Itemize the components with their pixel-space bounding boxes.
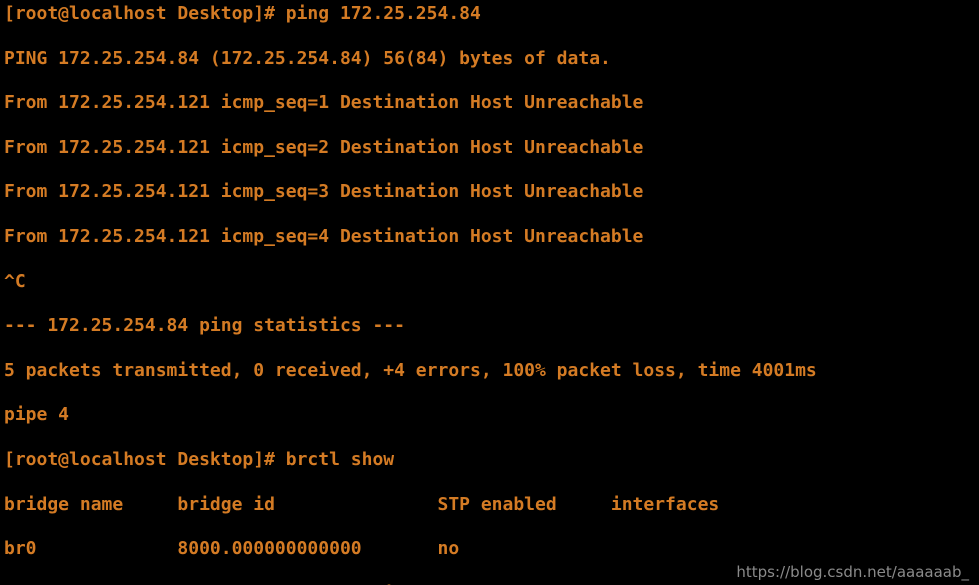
terminal-line: [root@localhost Desktop]# ping 172.25.25… [4,3,975,25]
terminal-line: bridge name bridge id STP enabled interf… [4,494,975,516]
terminal-line: pipe 4 [4,404,975,426]
terminal-line: PING 172.25.254.84 (172.25.254.84) 56(84… [4,48,975,70]
terminal-output[interactable]: [root@localhost Desktop]# ping 172.25.25… [0,0,979,585]
terminal-line: From 172.25.254.121 icmp_seq=3 Destinati… [4,181,975,203]
watermark-text: https://blog.csdn.net/aaaaaab_ [736,563,969,581]
terminal-line: From 172.25.254.121 icmp_seq=2 Destinati… [4,137,975,159]
terminal-line: From 172.25.254.121 icmp_seq=4 Destinati… [4,226,975,248]
terminal-line: ^C [4,271,975,293]
terminal-line: --- 172.25.254.84 ping statistics --- [4,315,975,337]
terminal-line: br0 8000.000000000000 no [4,538,975,560]
terminal-line: From 172.25.254.121 icmp_seq=1 Destinati… [4,92,975,114]
terminal-line: 5 packets transmitted, 0 received, +4 er… [4,360,975,382]
terminal-line: [root@localhost Desktop]# brctl show [4,449,975,471]
